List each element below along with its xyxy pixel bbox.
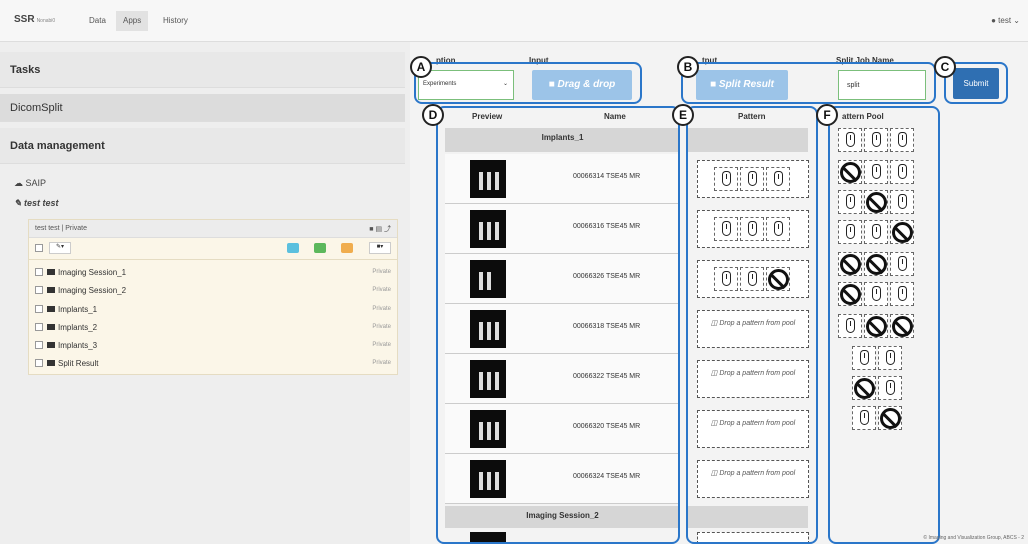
tree-item[interactable]: Imaging Session_1: [35, 268, 126, 277]
privacy-label: Private: [372, 306, 391, 312]
folder-icon: [47, 287, 55, 293]
nav-data[interactable]: Data: [82, 11, 113, 31]
privacy-label: Private: [372, 287, 391, 293]
folder-icon: [47, 324, 55, 330]
tree-item[interactable]: Implants_3: [35, 341, 97, 350]
callout-a-badge: A: [410, 56, 432, 78]
callout-b-badge: B: [677, 56, 699, 78]
tree-item[interactable]: Split Result: [35, 359, 98, 368]
data-management-header: Data management: [0, 128, 405, 164]
tree-visibility: Private: [65, 225, 88, 232]
privacy-label: Private: [372, 269, 391, 275]
callout-f-badge: F: [816, 104, 838, 126]
folder-icon: [47, 360, 55, 366]
user-add-icon[interactable]: [314, 243, 326, 253]
tree-tools-icon[interactable]: ■ ▤ ⤴: [369, 224, 391, 234]
callout-e-badge: E: [672, 104, 694, 126]
footer-text: © Imaging and Visualization Group, ABCS …: [923, 535, 1024, 541]
folder-menu-icon[interactable]: ■▾: [369, 242, 391, 254]
folder-icon: [47, 269, 55, 275]
nav-apps[interactable]: Apps: [116, 11, 149, 31]
user-menu[interactable]: ● test ⌄: [991, 16, 1020, 25]
tree-owner: test test: [35, 225, 60, 232]
callout-d-badge: D: [422, 104, 444, 126]
folder-icon: [47, 342, 55, 348]
data-tree: test test | Private ■ ▤ ⤴ ✎▾ ■▾ Imaging …: [28, 219, 398, 375]
edit-dropdown-icon[interactable]: ✎▾: [49, 242, 71, 254]
select-all-checkbox[interactable]: [35, 244, 43, 252]
task-dicomsplit[interactable]: DicomSplit: [0, 94, 405, 122]
privacy-label: Private: [372, 342, 391, 348]
brand-logo[interactable]: SSR Nonabi0: [14, 14, 55, 25]
folder-icon: [47, 306, 55, 312]
saip-link[interactable]: ☁ SAIP: [14, 178, 46, 189]
callout-f-frame: [828, 106, 940, 544]
callout-e-frame: [686, 106, 818, 544]
top-navbar: SSR Nonabi0 Data Apps History ● test ⌄: [0, 0, 1028, 42]
test-test-link[interactable]: ✎ test test: [14, 198, 59, 209]
tree-item[interactable]: Implants_2: [35, 323, 97, 332]
tree-item[interactable]: Implants_1: [35, 305, 97, 314]
privacy-label: Private: [372, 324, 391, 330]
info-icon[interactable]: [287, 243, 299, 253]
tree-header: test test | Private ■ ▤ ⤴: [29, 220, 397, 238]
callout-c-badge: C: [934, 56, 956, 78]
tasks-header: Tasks: [0, 52, 405, 88]
tree-item[interactable]: Imaging Session_2: [35, 286, 126, 295]
tree-toolbar: ✎▾ ■▾: [29, 238, 397, 260]
callout-d-frame: [436, 106, 680, 544]
callout-a-frame: [414, 62, 642, 104]
lock-icon[interactable]: [341, 243, 353, 253]
callout-b-frame: [681, 62, 936, 104]
nav-history[interactable]: History: [156, 11, 195, 31]
privacy-label: Private: [372, 360, 391, 366]
